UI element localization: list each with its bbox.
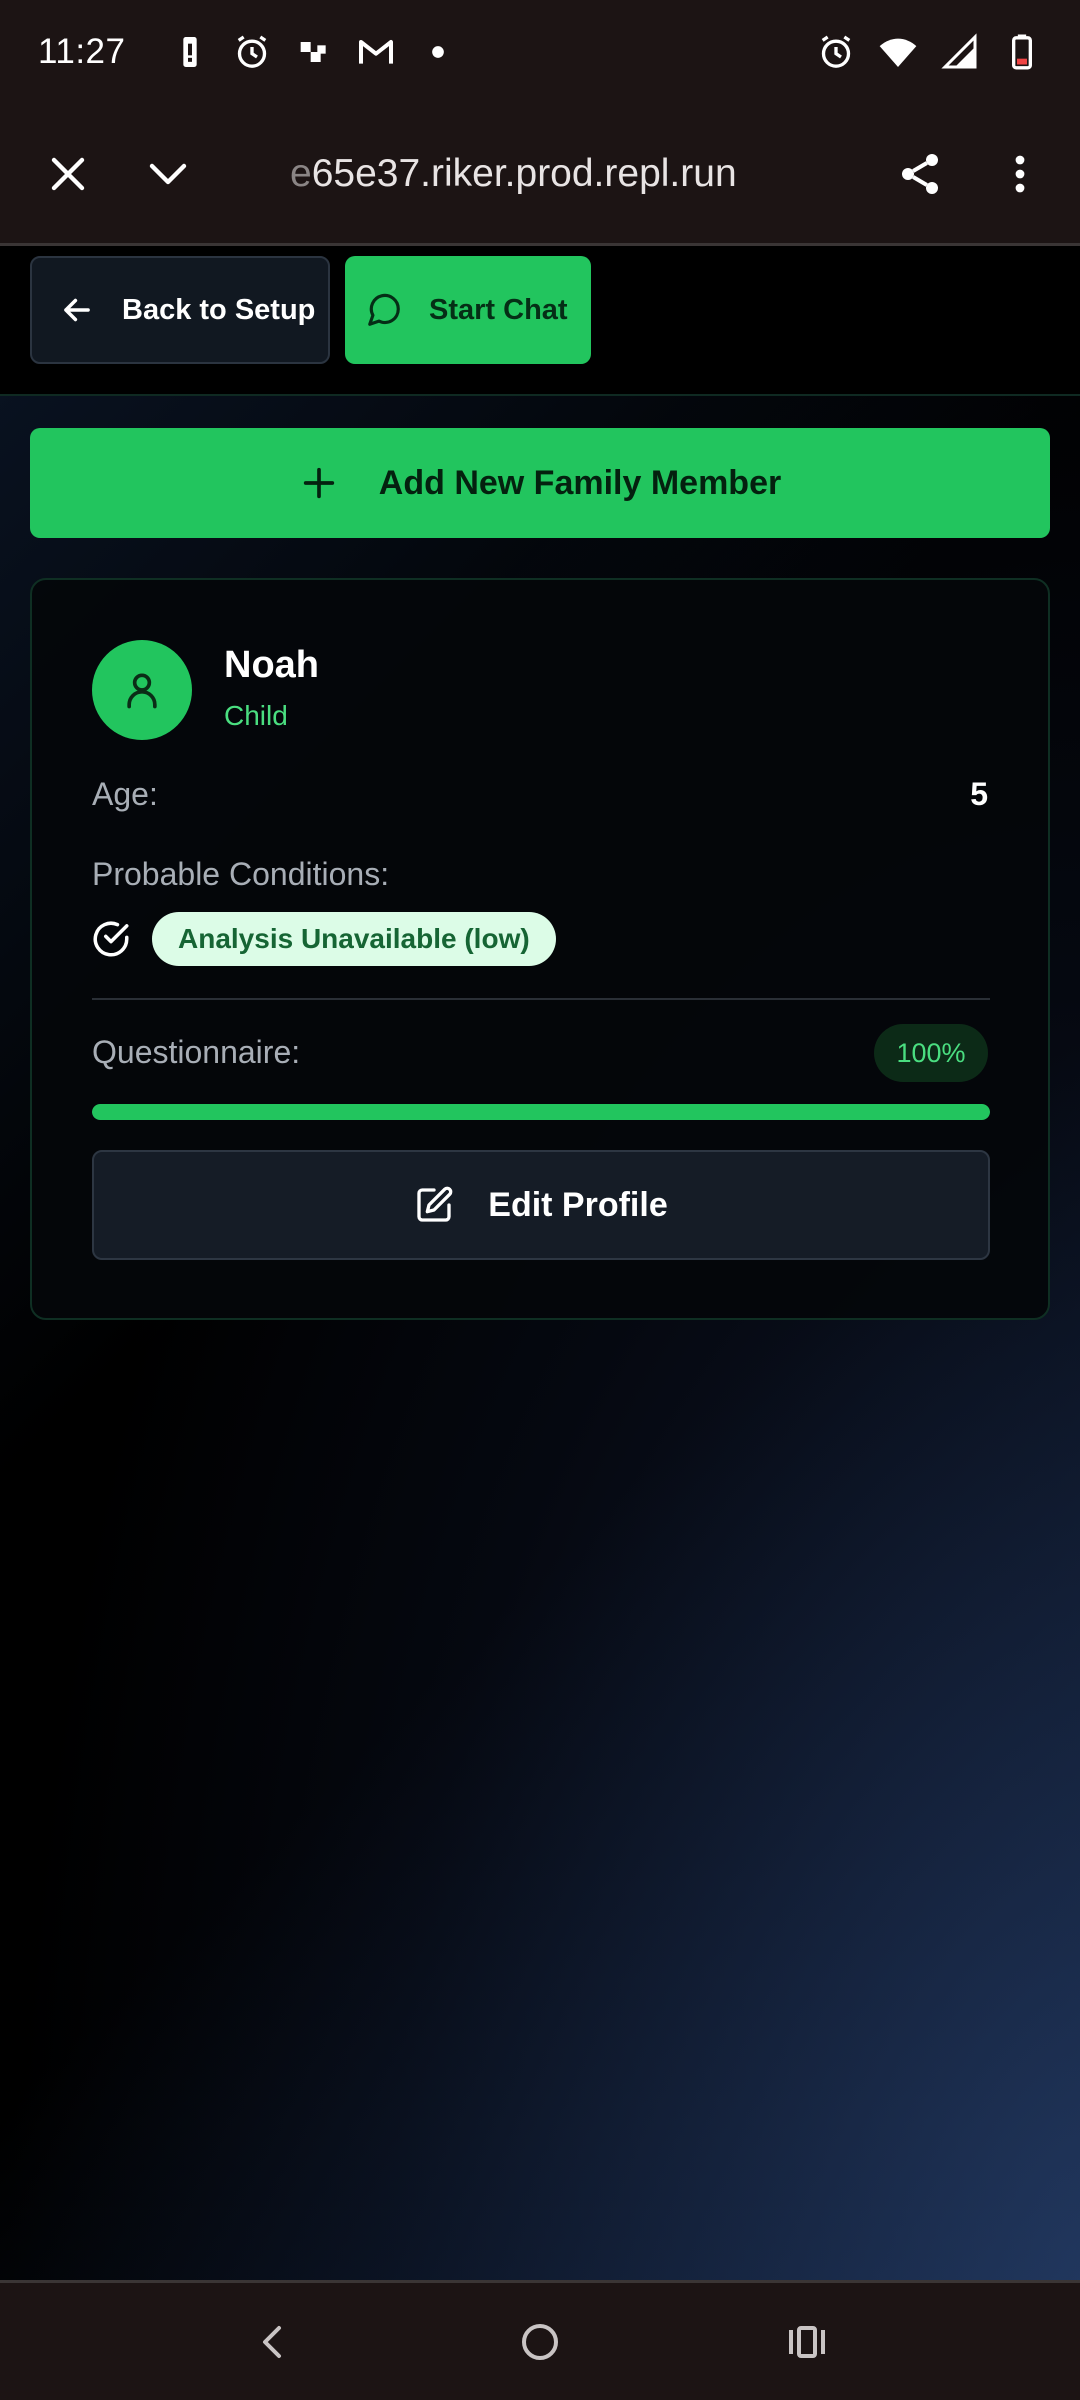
wifi-icon — [878, 32, 918, 72]
start-chat-button[interactable]: Start Chat — [345, 256, 591, 364]
more-menu-button[interactable] — [970, 124, 1070, 224]
questionnaire-progress-fill — [92, 1104, 990, 1120]
edit-icon — [417, 1186, 453, 1222]
age-label: Age: — [92, 776, 158, 812]
system-nav-bar — [0, 2280, 1080, 2400]
battery-low-icon — [1002, 32, 1042, 72]
close-icon — [51, 157, 85, 190]
chevron-down-icon — [149, 163, 187, 184]
questionnaire-label: Questionnaire: — [92, 1034, 301, 1070]
questionnaire-percent-badge: 100% — [874, 1024, 988, 1082]
alarm-icon — [232, 32, 272, 72]
more-vertical-icon — [1015, 155, 1025, 192]
add-family-member-label: Add New Family Member — [378, 463, 782, 502]
avatar — [92, 640, 192, 740]
url-bar[interactable]: e65e37.riker.prod.repl.run — [218, 152, 870, 196]
edit-profile-label: Edit Profile — [488, 1185, 668, 1224]
back-to-setup-button[interactable]: Back to Setup — [30, 256, 330, 364]
check-circle-icon — [93, 921, 129, 957]
age-value: 5 — [970, 776, 988, 812]
nav-recents-button[interactable] — [762, 2297, 852, 2387]
status-left: 11:27 — [38, 32, 458, 72]
member-role: Child — [224, 700, 288, 731]
status-bar: 11:27 — [0, 0, 1080, 104]
conditions-label: Probable Conditions: — [92, 856, 390, 892]
user-icon — [127, 673, 157, 709]
questionnaire-progress-bar — [92, 1104, 990, 1120]
nav-back-button[interactable] — [228, 2297, 318, 2387]
chevron-left-icon — [263, 2325, 282, 2358]
start-chat-label: Start Chat — [429, 293, 568, 326]
family-member-card: Noah Child Age: 5 Probable Conditions: A… — [30, 578, 1050, 1320]
arrow-left-icon — [64, 298, 90, 322]
collapse-button[interactable] — [118, 124, 218, 224]
signal-icon — [940, 32, 980, 72]
home-circle-icon — [521, 2323, 558, 2360]
plus-icon — [303, 467, 334, 499]
alarm-icon — [816, 32, 856, 72]
share-icon — [902, 153, 938, 194]
nav-home-button[interactable] — [495, 2297, 585, 2387]
browser-toolbar: e65e37.riker.prod.repl.run — [0, 104, 1080, 246]
page-content: Back to Setup Start Chat Add New Family … — [0, 246, 1080, 2280]
status-time: 11:27 — [38, 32, 126, 71]
url-text: 65e37.riker.prod.repl.run — [311, 151, 737, 195]
condition-badge: Analysis Unavailable (low) — [152, 912, 556, 966]
edit-profile-button[interactable]: Edit Profile — [92, 1150, 990, 1260]
status-right — [816, 32, 1042, 72]
back-to-setup-label: Back to Setup — [122, 293, 316, 326]
url-faded-prefix: e — [290, 151, 312, 195]
chess-icon — [294, 32, 334, 72]
dot-icon — [418, 32, 458, 72]
top-actions: Back to Setup Start Chat — [0, 246, 1080, 396]
member-name: Noah — [224, 644, 319, 686]
gmail-icon — [356, 32, 396, 72]
add-family-member-button[interactable]: Add New Family Member — [30, 428, 1050, 538]
close-tab-button[interactable] — [18, 124, 118, 224]
message-circle-icon — [368, 293, 400, 326]
battery-alert-icon — [170, 32, 210, 72]
share-button[interactable] — [870, 124, 970, 224]
recents-icon — [788, 2325, 825, 2358]
divider — [92, 998, 990, 1000]
